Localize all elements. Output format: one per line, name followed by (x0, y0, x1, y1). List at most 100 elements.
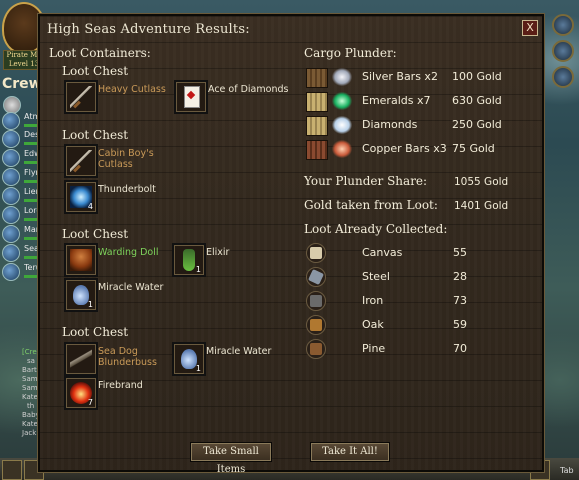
item-label: Sea Dog Blunderbuss (98, 346, 157, 368)
cargo-row: Emeralds x7 630 Gold (306, 90, 536, 112)
cargo-row: Diamonds 250 Gold (306, 114, 536, 136)
loot-item[interactable]: 1 Miracle Water (64, 278, 194, 312)
silver-bars-icon (332, 68, 352, 86)
item-slot (64, 144, 98, 178)
chat-line: Kate (22, 393, 38, 401)
elixir-bottle-icon (183, 249, 195, 271)
close-button[interactable]: X (522, 20, 538, 36)
cargo-crate-icon (306, 116, 328, 136)
collected-row: Canvas 55 (306, 242, 536, 264)
item-label: Elixir (206, 247, 230, 258)
loot-item[interactable]: 7 Firebrand (64, 376, 174, 410)
cargo-value: 100 Gold (452, 70, 502, 83)
cargo-value: 250 Gold (452, 118, 502, 131)
chat-line: Jack (22, 429, 37, 437)
resource-name: Pine (362, 342, 386, 355)
loot-chest-title: Loot Chest (62, 64, 129, 78)
collected-row: Steel 28 (306, 266, 536, 288)
resource-count: 28 (453, 270, 467, 283)
item-label: Warding Doll (98, 247, 159, 258)
take-small-items-button[interactable]: Take Small Items (190, 442, 272, 475)
avatar (2, 130, 20, 148)
hotkey-label: Tab (560, 466, 574, 475)
loot-item[interactable]: Warding Doll (64, 243, 174, 277)
chat-line: Kate (22, 420, 38, 428)
item-slot: 1 (172, 243, 206, 277)
loot-collected-header: Loot Already Collected: (304, 222, 448, 236)
crew-member-name: Des (24, 130, 40, 139)
iron-icon (306, 291, 326, 311)
cargo-name: Copper Bars x3 (362, 142, 447, 155)
loot-item[interactable]: Heavy Cutlass (64, 80, 179, 114)
item-label: Miracle Water (98, 282, 164, 293)
item-label: Cabin Boy's Cutlass (98, 148, 154, 170)
crew-member[interactable]: Lord (2, 206, 42, 224)
crew-member[interactable]: Teru (2, 263, 42, 281)
item-quantity: 4 (87, 202, 93, 211)
loot-chest-title: Loot Chest (62, 325, 129, 339)
resource-count: 59 (453, 318, 467, 331)
item-slot (64, 80, 98, 114)
crew-member[interactable]: Flyn (2, 168, 42, 186)
cargo-name: Diamonds (362, 118, 418, 131)
quest-icon[interactable] (552, 40, 574, 62)
take-it-all-button[interactable]: Take It All! (310, 442, 390, 462)
crew-member[interactable]: Des (2, 130, 42, 148)
cargo-name: Emeralds x7 (362, 94, 431, 107)
item-slot (174, 80, 208, 114)
cutlass-icon (70, 150, 92, 173)
loot-item[interactable]: 4 Thunderbolt (64, 180, 179, 214)
title-bar[interactable]: High Seas Adventure Results: X (40, 16, 542, 44)
item-slot: 1 (64, 278, 98, 312)
avatar (2, 263, 20, 281)
resource-count: 70 (453, 342, 467, 355)
collected-row: Pine 70 (306, 338, 536, 360)
map-icon[interactable] (552, 14, 574, 36)
cargo-crate-icon (306, 92, 328, 112)
avatar (2, 149, 20, 167)
item-label: Ace of Diamonds (208, 84, 289, 95)
loot-item[interactable]: Ace of Diamonds (174, 80, 304, 114)
compass-icon[interactable] (552, 66, 574, 88)
crew-member[interactable]: Atm (2, 112, 42, 130)
gold-taken-value: 1401 Gold (454, 200, 509, 212)
loot-item[interactable]: Cabin Boy's Cutlass (64, 144, 179, 178)
cargo-value: 75 Gold (452, 142, 495, 155)
cargo-crate-icon (306, 68, 328, 88)
resource-name: Canvas (362, 246, 403, 259)
miracle-water-icon (73, 285, 89, 305)
resource-name: Oak (362, 318, 384, 331)
collected-row: Oak 59 (306, 314, 536, 336)
loot-item[interactable]: 1 Miracle Water (172, 342, 312, 376)
item-slot: 7 (64, 376, 98, 410)
plunder-share-label: Your Plunder Share: (304, 174, 428, 188)
blunderbuss-icon (70, 348, 92, 370)
steel-icon (306, 267, 326, 287)
loot-item[interactable]: Sea Dog Blunderbuss (64, 342, 174, 376)
plunder-share-value: 1055 Gold (454, 176, 509, 188)
item-slot (64, 243, 98, 277)
avatar (2, 168, 20, 186)
miracle-water-icon (181, 349, 197, 369)
crew-member-name: Mar (24, 225, 40, 234)
loot-item[interactable]: 1 Elixir (172, 243, 272, 277)
avatar (2, 206, 20, 224)
weapon-slot-icon[interactable] (2, 460, 22, 480)
resource-count: 73 (453, 294, 467, 307)
crew-member[interactable]: Mar (2, 225, 42, 243)
crew-member[interactable]: Lier (2, 187, 42, 205)
resource-name: Steel (362, 270, 390, 283)
collected-row: Iron 73 (306, 290, 536, 312)
crew-member[interactable]: Sea (2, 244, 42, 262)
crew-member[interactable]: Edw (2, 149, 42, 167)
diamond-icon (332, 116, 352, 134)
copper-bars-icon (332, 140, 352, 158)
cargo-row: Copper Bars x3 75 Gold (306, 138, 536, 160)
cargo-name: Silver Bars x2 (362, 70, 438, 83)
loot-containers-header: Loot Containers: (49, 46, 151, 60)
gold-taken-label: Gold taken from Loot: (304, 198, 438, 212)
item-slot (64, 342, 98, 376)
avatar (2, 225, 20, 243)
item-label: Thunderbolt (98, 184, 156, 195)
chat-line: Sam (22, 384, 38, 392)
